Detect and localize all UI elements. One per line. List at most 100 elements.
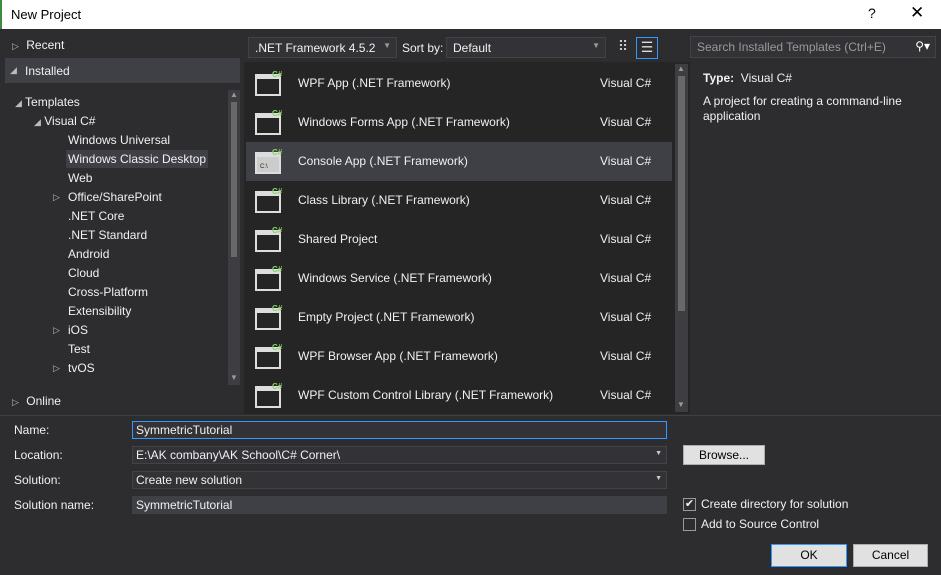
tree-item[interactable]: Test <box>53 342 92 356</box>
collapse-icon: ◢ <box>10 65 17 75</box>
installed-node[interactable]: ◢ Installed <box>5 58 240 83</box>
recent-label: Recent <box>26 38 65 52</box>
console-app-icon: C:\ C# <box>255 148 283 174</box>
solution-label: Solution: <box>14 473 61 487</box>
template-row[interactable]: C# Windows Forms App (.NET Framework) Visu… <box>246 103 672 142</box>
template-language: Visual C# <box>600 271 652 285</box>
tree-item[interactable]: Extensibility <box>53 304 133 318</box>
visual-csharp-node[interactable]: ◢ Visual C# <box>34 114 95 128</box>
browse-button[interactable]: Browse... <box>683 445 765 465</box>
template-language: Visual C# <box>600 232 652 246</box>
name-label: Name: <box>14 423 50 437</box>
templates-label: Templates <box>25 95 80 109</box>
scroll-thumb[interactable] <box>231 102 237 257</box>
solution-name-label: Solution name: <box>14 498 95 512</box>
templates-node[interactable]: ◢ Templates <box>15 95 80 109</box>
visual-csharp-label: Visual C# <box>44 114 96 128</box>
tree-item-label: .NET Core <box>68 209 125 223</box>
scroll-down-icon[interactable]: ▼ <box>677 400 685 409</box>
sort-dropdown[interactable]: Default ▼ <box>446 37 606 58</box>
template-row[interactable]: C:\ C# Console App (.NET Framework) Visual … <box>246 142 672 181</box>
framework-dropdown[interactable]: .NET Framework 4.5.2 ▼ <box>248 37 397 58</box>
source-control-checkbox[interactable] <box>683 518 696 531</box>
svg-text:C#: C# <box>272 148 283 157</box>
svg-text:C#: C# <box>272 343 283 352</box>
tree-item[interactable]: .NET Core <box>53 209 126 223</box>
template-row[interactable]: C# Empty Project (.NET Framework) Visual C… <box>246 298 672 337</box>
scroll-thumb[interactable] <box>678 76 685 311</box>
divider <box>0 415 941 416</box>
tree-item[interactable]: ▷ tvOS <box>53 361 97 375</box>
solution-name-input[interactable]: SymmetricTutorial <box>132 496 667 514</box>
tree-item[interactable]: Cloud <box>53 266 101 280</box>
cancel-button[interactable]: Cancel <box>853 544 928 567</box>
scroll-down-icon[interactable]: ▼ <box>230 373 238 382</box>
svg-text:C#: C# <box>272 265 283 274</box>
ok-button[interactable]: OK <box>771 544 847 567</box>
tree-item-label: Extensibility <box>68 304 132 318</box>
search-icon[interactable]: ⚲▾ <box>915 39 930 53</box>
type-label: Type: <box>703 71 735 85</box>
wpf-browser-icon: C# <box>255 343 283 369</box>
template-scrollbar[interactable]: ▲ ▼ <box>675 64 688 412</box>
tree-item-label: iOS <box>68 323 89 337</box>
online-label: Online <box>26 394 61 408</box>
wpf-custom-control-icon: C# <box>255 382 283 408</box>
create-directory-label: Create directory for solution <box>701 497 849 511</box>
help-button[interactable]: ? <box>868 5 876 21</box>
list-view-button[interactable]: ☰ <box>636 37 658 59</box>
type-value: Visual C# <box>740 71 792 85</box>
template-language: Visual C# <box>600 388 652 402</box>
collapse-icon: ◢ <box>15 98 22 108</box>
tree-scrollbar[interactable]: ▲ ▼ <box>228 90 240 385</box>
template-language: Visual C# <box>600 349 652 363</box>
template-row[interactable]: C# WPF Browser App (.NET Framework) Visual… <box>246 337 672 376</box>
close-button[interactable]: ✕ <box>910 3 924 23</box>
template-name: Console App (.NET Framework) <box>298 154 468 168</box>
source-control-label: Add to Source Control <box>701 517 820 531</box>
shared-project-icon: C# <box>255 226 283 252</box>
template-row[interactable]: C# Class Library (.NET Framework) Visual C… <box>246 181 672 220</box>
create-directory-checkbox[interactable]: ✔ <box>683 498 696 511</box>
template-language: Visual C# <box>600 76 652 90</box>
expand-icon: ▷ <box>53 363 60 373</box>
solution-dropdown[interactable]: Create new solution ▼ <box>132 471 667 489</box>
template-row[interactable]: C# Windows Service (.NET Framework) Visual… <box>246 259 672 298</box>
search-input[interactable]: Search Installed Templates (Ctrl+E) ⚲▾ <box>690 36 936 58</box>
scroll-up-icon[interactable]: ▲ <box>230 90 238 99</box>
expand-icon: ▷ <box>53 192 60 202</box>
search-placeholder: Search Installed Templates (Ctrl+E) <box>697 40 886 54</box>
tree-item[interactable]: Windows Classic Desktop <box>53 150 209 168</box>
chevron-down-icon: ▼ <box>383 41 391 50</box>
windows-forms-icon: C# <box>255 109 283 135</box>
tree-item[interactable]: ▷ Office/SharePoint <box>53 190 164 204</box>
recent-node[interactable]: ▷ Recent <box>12 38 64 52</box>
framework-value: .NET Framework 4.5.2 <box>255 41 376 55</box>
tree-item-label: .NET Standard <box>68 228 148 242</box>
template-row[interactable]: C# Shared Project Visual C# <box>246 220 672 259</box>
template-name: WPF App (.NET Framework) <box>298 76 451 90</box>
template-description: A project for creating a command-line ap… <box>703 94 902 123</box>
type-line: Type: Visual C# <box>703 71 792 85</box>
tree-item[interactable]: Cross-Platform <box>53 285 150 299</box>
template-name: WPF Custom Control Library (.NET Framewo… <box>298 388 554 402</box>
tree-item[interactable]: Windows Universal <box>53 133 172 147</box>
tree-item[interactable]: Web <box>53 171 94 185</box>
template-language: Visual C# <box>600 193 652 207</box>
chevron-down-icon: ▼ <box>592 41 600 50</box>
sort-value: Default <box>453 41 492 55</box>
online-node[interactable]: ▷ Online <box>12 394 61 408</box>
small-icons-view-button[interactable]: ⠿ <box>613 38 633 58</box>
location-combo[interactable]: E:\AK combany\AK School\C# Corner\ ▼ <box>132 446 667 464</box>
tree-item[interactable]: Android <box>53 247 111 261</box>
scroll-up-icon[interactable]: ▲ <box>677 64 685 73</box>
tree-item[interactable]: .NET Standard <box>53 228 149 242</box>
template-language: Visual C# <box>600 115 652 129</box>
template-row[interactable]: C# WPF App (.NET Framework) Visual C# <box>246 64 672 103</box>
tree-item[interactable]: ▷ iOS <box>53 323 90 337</box>
name-input[interactable]: SymmetricTutorial <box>132 421 667 439</box>
tree-item-label: tvOS <box>68 361 95 375</box>
template-name: Class Library (.NET Framework) <box>298 193 470 207</box>
tree-item-label: Windows Universal <box>68 133 171 147</box>
template-row[interactable]: C# WPF Custom Control Library (.NET Frame… <box>246 376 672 415</box>
